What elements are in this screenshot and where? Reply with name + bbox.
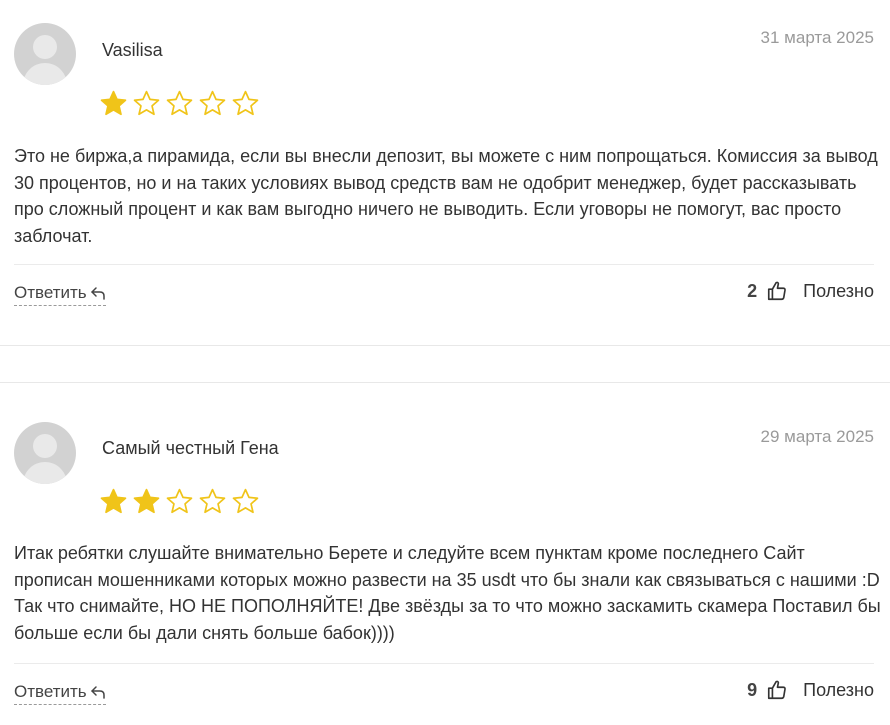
- thumbs-up-icon[interactable]: [766, 679, 788, 701]
- review-text: Итак ребятки слушайте внимательно Берете…: [14, 543, 881, 643]
- reply-arrow-icon: [90, 287, 105, 300]
- divider: [14, 663, 874, 664]
- review-card: Самый честный Гена 29 марта 2025 Итак ре…: [0, 383, 890, 725]
- reply-button[interactable]: Ответить: [14, 682, 106, 705]
- review-text: Это не биржа,а пирамида, если вы внесли …: [14, 146, 878, 246]
- helpful-button[interactable]: Полезно: [803, 281, 874, 302]
- review-date: 31 марта 2025: [760, 28, 874, 47]
- helpful-button[interactable]: Полезно: [803, 680, 874, 701]
- review-card: Vasilisa 31 марта 2025 Это не биржа,а пи…: [0, 0, 890, 345]
- avatar: [14, 422, 76, 484]
- reply-label: Ответить: [14, 682, 87, 701]
- star-empty-icon: [232, 90, 259, 116]
- helpful-section: 2 Полезно: [747, 280, 874, 302]
- avatar: [14, 23, 76, 85]
- review-date: 29 марта 2025: [760, 427, 874, 446]
- star-filled-icon: [133, 488, 160, 514]
- reply-button[interactable]: Ответить: [14, 283, 106, 306]
- star-empty-icon: [199, 488, 226, 514]
- review-author: Самый честный Гена: [102, 438, 279, 458]
- reply-label: Ответить: [14, 283, 87, 302]
- section-separator: [0, 345, 890, 346]
- star-empty-icon: [133, 90, 160, 116]
- star-empty-icon: [199, 90, 226, 116]
- star-filled-icon: [100, 488, 127, 514]
- rating-stars: [99, 89, 260, 118]
- reply-arrow-icon: [90, 686, 105, 699]
- helpful-count: 2: [747, 280, 758, 301]
- star-empty-icon: [232, 488, 259, 514]
- star-empty-icon: [166, 90, 193, 116]
- helpful-section: 9 Полезно: [747, 679, 874, 701]
- review-author: Vasilisa: [102, 40, 163, 60]
- thumbs-up-icon[interactable]: [766, 280, 788, 302]
- rating-stars: [99, 487, 260, 516]
- helpful-count: 9: [747, 679, 758, 700]
- star-filled-icon: [100, 90, 127, 116]
- divider: [14, 264, 874, 265]
- star-empty-icon: [166, 488, 193, 514]
